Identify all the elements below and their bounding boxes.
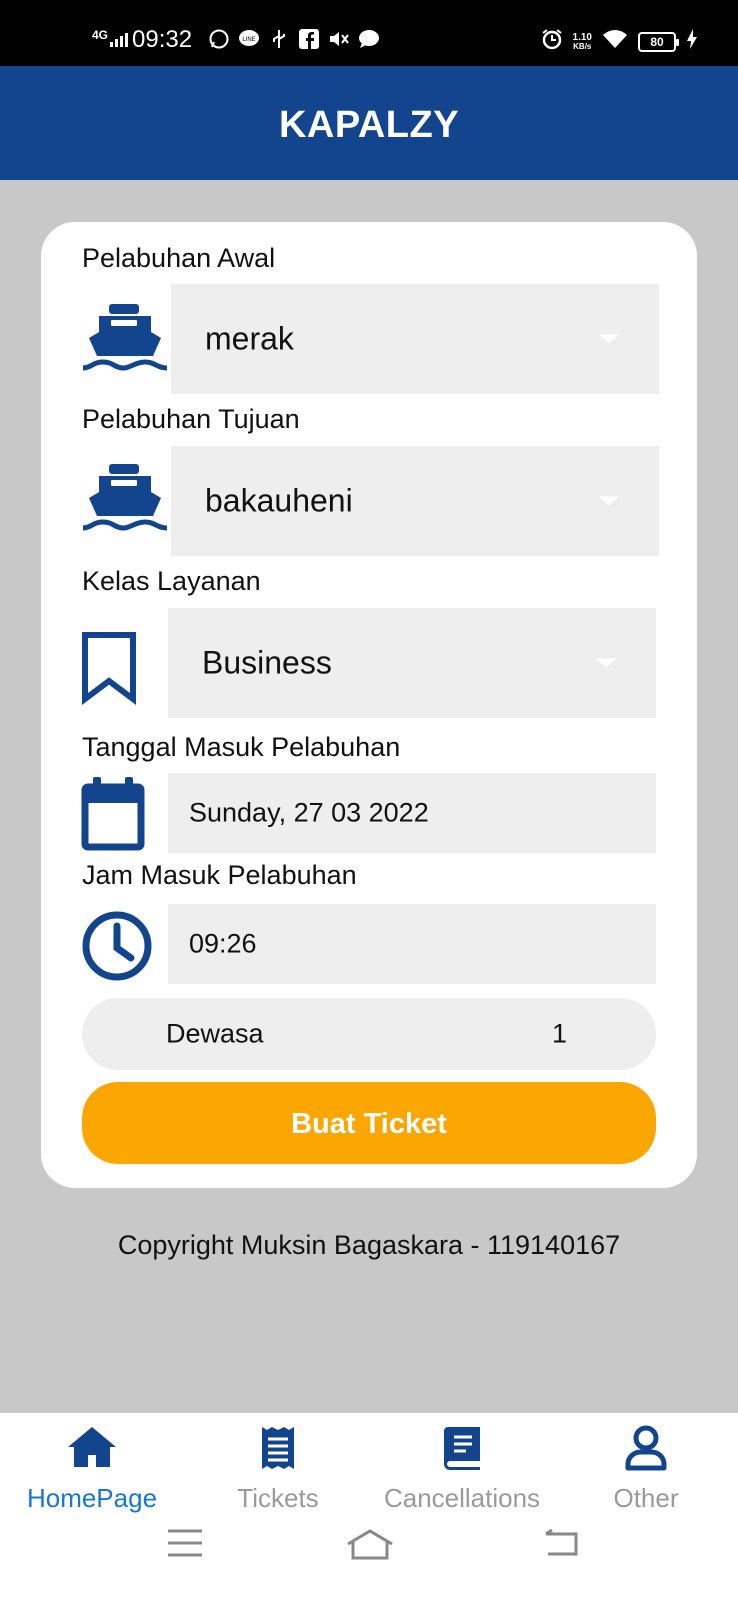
time-field[interactable]: 09:26: [168, 904, 656, 984]
status-bar: 4G 09:32 LINE 1.10 KB/s 80: [0, 0, 738, 66]
calendar-icon: [81, 777, 145, 851]
signal-icon: [110, 33, 128, 47]
app-bar: KAPALZY: [0, 66, 738, 180]
date-value: Sunday, 27 03 2022: [189, 797, 429, 828]
home-icon: [66, 1425, 118, 1474]
facebook-icon: [298, 28, 320, 50]
receipt-icon: [260, 1425, 296, 1476]
user-icon: [625, 1425, 667, 1476]
chat-icon: [358, 28, 380, 50]
mute-icon: [328, 28, 350, 50]
destination-dropdown[interactable]: bakauheni: [171, 446, 659, 556]
alarm-icon: [541, 28, 563, 55]
nav-item-tickets[interactable]: Tickets: [186, 1413, 370, 1523]
status-time: 09:32: [132, 26, 193, 53]
nav-item-other[interactable]: Other: [554, 1413, 738, 1523]
passenger-counter[interactable]: Dewasa 1: [82, 998, 656, 1070]
origin-value: merak: [205, 320, 294, 357]
service-class-value: Business: [202, 644, 332, 681]
service-class-dropdown[interactable]: Business: [168, 608, 656, 718]
ship-icon: [81, 302, 171, 378]
network-type: 4G: [92, 28, 109, 42]
clock-icon: [81, 910, 153, 982]
time-label: Jam Masuk Pelabuhan: [82, 860, 357, 890]
time-value: 09:26: [189, 928, 257, 959]
charging-icon: [686, 28, 698, 55]
svg-text:LINE: LINE: [242, 37, 255, 43]
destination-label: Pelabuhan Tujuan: [82, 404, 300, 434]
origin-dropdown[interactable]: merak: [171, 284, 659, 394]
network-speed: 1.10 KB/s: [572, 31, 592, 51]
nav-item-cancellations[interactable]: Cancellations: [370, 1413, 554, 1523]
date-label: Tanggal Masuk Pelabuhan: [82, 732, 401, 762]
date-field[interactable]: Sunday, 27 03 2022: [168, 773, 656, 853]
system-nav-bar: [0, 1510, 738, 1600]
home-nav-icon[interactable]: [345, 1528, 395, 1565]
whatsapp-icon: [208, 28, 230, 50]
origin-label: Pelabuhan Awal: [82, 243, 276, 273]
copyright-text: Copyright Muksin Bagaskara - 119140167: [117, 1230, 621, 1260]
ship-icon: [81, 462, 171, 538]
destination-value: bakauheni: [205, 482, 353, 519]
bookmark-icon: [81, 630, 137, 706]
book-icon: [442, 1425, 482, 1476]
booking-form-card: Pelabuhan Awal merak Pelabuhan Tujuan ba…: [41, 222, 697, 1188]
passenger-count: 1: [552, 1018, 568, 1049]
usb-icon: [268, 28, 290, 50]
menu-icon[interactable]: [166, 1528, 204, 1563]
chevron-down-icon: [599, 496, 619, 506]
chevron-down-icon: [599, 334, 619, 344]
status-right: 1.10 KB/s 80: [541, 28, 698, 55]
chevron-down-icon: [596, 658, 616, 668]
passenger-type-label: Dewasa: [166, 1018, 264, 1049]
app-title: KAPALZY: [278, 104, 460, 146]
line-icon: LINE: [238, 28, 260, 50]
notification-icons: LINE: [208, 28, 380, 50]
service-class-label: Kelas Layanan: [82, 566, 261, 596]
nav-item-homepage[interactable]: HomePage: [0, 1413, 184, 1523]
battery-indicator: 80: [638, 31, 679, 52]
back-icon[interactable]: [542, 1528, 580, 1563]
wifi-icon: [602, 29, 628, 54]
create-ticket-button[interactable]: Buat Ticket: [82, 1082, 656, 1164]
